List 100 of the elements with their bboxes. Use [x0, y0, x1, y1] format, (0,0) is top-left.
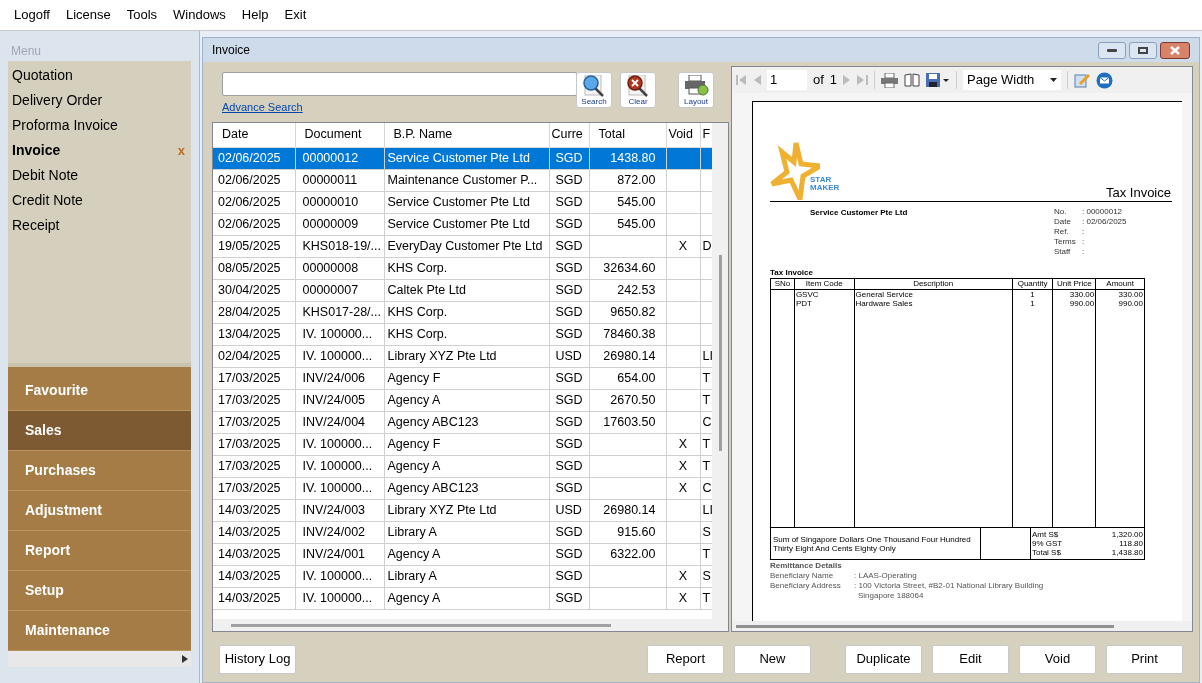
table-cell: S: [702, 568, 711, 583]
table-cell: Service Customer Pte Ltd: [387, 216, 530, 231]
clear-button[interactable]: Clear: [620, 72, 656, 108]
table-cell: T: [702, 546, 711, 561]
footer-button[interactable]: Edit: [932, 644, 1009, 674]
column-header[interactable]: Total: [589, 123, 666, 147]
scroll-right-icon[interactable]: [182, 655, 188, 663]
table-cell: 00000008: [302, 260, 359, 275]
table-cell: 78460.38: [603, 326, 656, 341]
table-cell: Library XYZ Pte Ltd: [387, 502, 497, 517]
table-cell: SGD: [555, 238, 583, 253]
menu-item[interactable]: Windows: [165, 5, 234, 25]
menu-item[interactable]: Logoff: [6, 5, 58, 25]
table-cell: KHS Corp.: [387, 304, 448, 319]
sidebar-item[interactable]: Proforma Invoice: [8, 113, 191, 138]
table-cell: 872.00: [617, 172, 656, 187]
column-header[interactable]: B.P. Name: [384, 123, 549, 147]
table-cell: 654.00: [617, 370, 656, 385]
table-cell: 19/05/2025: [218, 238, 281, 253]
advance-search-link[interactable]: Advance Search: [222, 99, 576, 116]
mail-icon[interactable]: [1096, 71, 1114, 89]
field-value: : 00000012: [1082, 207, 1123, 217]
table-cell: 00000009: [302, 216, 359, 231]
footer-button[interactable]: Duplicate: [845, 644, 922, 674]
close-button[interactable]: [1160, 41, 1190, 59]
table-cell: 915.60: [617, 524, 656, 539]
menu-item[interactable]: Tools: [118, 5, 166, 25]
footer-button[interactable]: Print: [1106, 644, 1183, 674]
field-label: Terms: [1054, 237, 1077, 247]
table-cell: 17/03/2025: [218, 480, 281, 495]
table-cell: 02/04/2025: [218, 348, 281, 363]
table-cell: 17/03/2025: [218, 458, 281, 473]
window-title: Invoice: [212, 42, 251, 59]
column-header[interactable]: Curre: [549, 123, 589, 147]
field-value: :: [1082, 237, 1085, 247]
save-icon[interactable]: [926, 72, 951, 88]
table-cell: IV. 100000...: [302, 326, 373, 341]
table-cell: USD: [555, 502, 582, 517]
table-cell: X: [678, 568, 688, 583]
page-number-field[interactable]: 1: [767, 70, 807, 90]
menu-item[interactable]: License: [57, 5, 119, 25]
first-page-icon[interactable]: [736, 74, 747, 86]
horizontal-scrollbar[interactable]: [732, 621, 1192, 631]
table-cell: 26980.14: [603, 502, 656, 517]
table-cell: T: [702, 458, 711, 473]
maximize-icon: [1138, 46, 1148, 54]
search-button[interactable]: Search: [576, 72, 612, 108]
table-cell: KHS018-19/...: [302, 238, 381, 253]
minimize-button[interactable]: [1098, 41, 1126, 59]
menu-item[interactable]: Exit: [276, 5, 315, 25]
table-cell: SGD: [555, 172, 583, 187]
horizontal-scrollbar[interactable]: [213, 619, 728, 631]
print-icon[interactable]: [881, 72, 899, 88]
remittance-value: Singapore 188064: [857, 591, 925, 601]
nav-section-button[interactable]: Sales: [8, 411, 191, 451]
table-cell: Library XYZ Pte Ltd: [387, 348, 497, 363]
table-cell: 02/06/2025: [218, 194, 281, 209]
footer-button[interactable]: Void: [1019, 644, 1096, 674]
table-cell: S: [702, 524, 711, 539]
table-cell: X: [678, 480, 688, 495]
sidebar-item[interactable]: Credit Note: [8, 188, 191, 213]
page-count: 1: [829, 71, 838, 90]
printer-gear-icon: [683, 75, 709, 97]
table-cell: 1: [1030, 299, 1035, 308]
column-header[interactable]: Document: [295, 123, 384, 147]
footer-button[interactable]: New: [734, 644, 811, 674]
book-icon[interactable]: [904, 73, 921, 87]
table-cell: 14/03/2025: [218, 590, 281, 605]
table-cell: T: [702, 370, 711, 385]
table-cell: SGD: [555, 260, 583, 275]
column-header[interactable]: Void: [666, 123, 700, 147]
maximize-button[interactable]: [1129, 41, 1157, 59]
search-field[interactable]: [222, 72, 577, 96]
sidebar-item[interactable]: Quotation: [8, 63, 191, 88]
layout-button[interactable]: Layout: [678, 72, 714, 108]
field-value: : 02/06/2025: [1082, 217, 1127, 227]
menu-item[interactable]: Help: [233, 5, 277, 25]
table-cell: T: [702, 392, 711, 407]
previous-page-icon[interactable]: [753, 74, 761, 86]
table-cell: Caltek Pte Ltd: [387, 282, 466, 297]
sidebar-item[interactable]: Delivery Order: [8, 88, 191, 113]
table-cell: Maintenance Customer P...: [387, 172, 538, 187]
column-header[interactable]: Date: [213, 123, 295, 147]
zoom-dropdown[interactable]: Page Width: [963, 70, 1062, 90]
table-header: Unit Price: [1053, 279, 1096, 290]
table-cell: Service Customer Pte Ltd: [387, 150, 530, 165]
sidebar-item[interactable]: Receipt: [8, 213, 191, 238]
table-cell: IV. 100000...: [302, 480, 373, 495]
total-label: Total S$: [1032, 548, 1061, 557]
edit-icon[interactable]: [1074, 72, 1091, 88]
table-cell: 26980.14: [603, 348, 656, 363]
last-page-icon[interactable]: [857, 74, 869, 86]
footer-button[interactable]: Report: [647, 644, 724, 674]
table-cell: 00000010: [302, 194, 359, 209]
history-log-button[interactable]: History Log: [219, 644, 296, 674]
sidebar-item-label[interactable]: Invoice: [12, 140, 61, 161]
vertical-scrollbar[interactable]: [712, 123, 728, 619]
sidebar-item[interactable]: Debit Note: [8, 163, 191, 188]
next-page-icon[interactable]: [843, 74, 852, 86]
customer-name: Service Customer Pte Ltd: [809, 207, 908, 219]
